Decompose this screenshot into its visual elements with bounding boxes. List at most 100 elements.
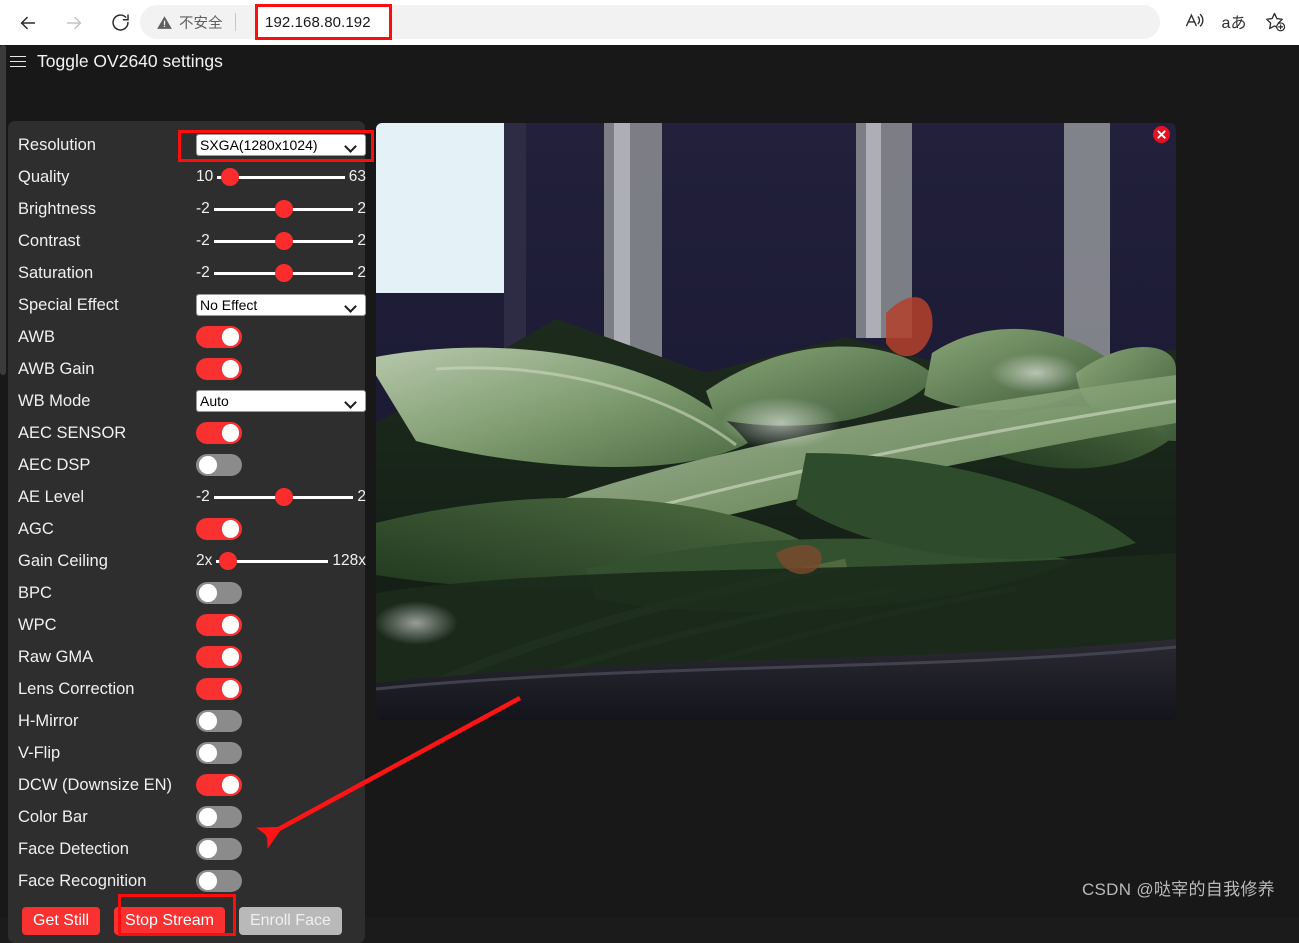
slider-track[interactable] bbox=[216, 552, 329, 570]
setting-control bbox=[196, 742, 365, 764]
setting-label: AWB bbox=[18, 327, 55, 346]
setting-control: 10 63 bbox=[196, 168, 366, 186]
setting-control bbox=[196, 838, 365, 860]
setting-row: Raw GMA bbox=[8, 641, 365, 673]
csdn-watermark: CSDN @哒宰的自我修养 bbox=[1081, 880, 1275, 899]
setting-slider[interactable]: -2 2 bbox=[196, 488, 366, 506]
camera-stream[interactable] bbox=[376, 123, 1176, 720]
slider-track[interactable] bbox=[213, 488, 354, 506]
setting-toggle[interactable] bbox=[196, 454, 242, 476]
stream-image bbox=[376, 123, 1176, 720]
setting-slider[interactable]: -2 2 bbox=[196, 232, 366, 250]
setting-slider[interactable]: -2 2 bbox=[196, 200, 366, 218]
close-stream-button[interactable] bbox=[1153, 126, 1170, 143]
toggle-settings-header[interactable]: Toggle OV2640 settings bbox=[10, 51, 223, 72]
slider-track[interactable] bbox=[213, 264, 354, 282]
stop-stream-button[interactable]: Stop Stream bbox=[114, 907, 225, 935]
setting-toggle[interactable] bbox=[196, 774, 242, 796]
setting-toggle[interactable] bbox=[196, 742, 242, 764]
forward-button[interactable] bbox=[56, 5, 92, 41]
setting-control bbox=[196, 774, 365, 796]
setting-row: DCW (Downsize EN) bbox=[8, 769, 365, 801]
setting-slider[interactable]: 2x 128x bbox=[196, 552, 366, 570]
setting-label: H-Mirror bbox=[18, 711, 79, 730]
slider-max-label: 2 bbox=[357, 488, 366, 505]
setting-label: AGC bbox=[18, 519, 54, 538]
slider-thumb[interactable] bbox=[274, 488, 293, 506]
setting-label: Face Recognition bbox=[18, 871, 147, 890]
slider-thumb[interactable] bbox=[274, 232, 293, 250]
setting-label: V-Flip bbox=[18, 743, 61, 762]
site-security-chip[interactable]: 不安全 bbox=[156, 12, 223, 33]
enroll-face-button[interactable]: Enroll Face bbox=[238, 907, 342, 935]
setting-row: Color Bar bbox=[8, 801, 365, 833]
setting-label: AEC SENSOR bbox=[18, 423, 127, 442]
setting-label: Contrast bbox=[18, 231, 81, 250]
setting-toggle[interactable] bbox=[196, 710, 242, 732]
url-highlight-box[interactable]: 192.168.80.192 bbox=[255, 4, 392, 40]
page-scrollbar[interactable] bbox=[0, 45, 6, 918]
setting-toggle[interactable] bbox=[196, 646, 242, 668]
select-wrapper: Auto bbox=[196, 390, 366, 412]
toggle-settings-label: Toggle OV2640 settings bbox=[37, 51, 223, 71]
setting-select[interactable]: No Effect bbox=[196, 294, 366, 316]
setting-label: Face Detection bbox=[18, 839, 129, 858]
toggle-knob bbox=[221, 648, 239, 666]
slider-thumb[interactable] bbox=[274, 264, 293, 282]
setting-select[interactable]: Auto bbox=[196, 390, 366, 412]
web-page: Toggle OV2640 settings Resolution SXGA(12… bbox=[0, 45, 1299, 943]
slider-track[interactable] bbox=[217, 168, 345, 186]
browser-toolbar: 不安全 192.168.80.192 aあ bbox=[0, 0, 1299, 45]
setting-toggle[interactable] bbox=[196, 870, 242, 892]
setting-slider[interactable]: -2 2 bbox=[196, 264, 366, 282]
read-aloud-icon[interactable] bbox=[1177, 4, 1211, 38]
address-bar[interactable]: 不安全 192.168.80.192 bbox=[140, 4, 1160, 40]
back-button[interactable] bbox=[10, 5, 46, 41]
reload-button[interactable] bbox=[102, 5, 138, 41]
setting-toggle[interactable] bbox=[196, 582, 242, 604]
setting-label: AEC DSP bbox=[18, 455, 91, 474]
setting-control bbox=[196, 422, 365, 444]
setting-label: WB Mode bbox=[18, 391, 91, 410]
setting-row: H-Mirror bbox=[8, 705, 365, 737]
setting-row: V-Flip bbox=[8, 737, 365, 769]
toggle-knob bbox=[221, 680, 239, 698]
get-still-button[interactable]: Get Still bbox=[22, 907, 101, 935]
toggle-knob bbox=[221, 360, 239, 378]
setting-toggle[interactable] bbox=[196, 422, 242, 444]
setting-row: AEC DSP bbox=[8, 449, 365, 481]
setting-toggle[interactable] bbox=[196, 806, 242, 828]
setting-control bbox=[196, 646, 365, 668]
slider-min-label: -2 bbox=[196, 232, 210, 249]
setting-control: No Effect bbox=[196, 294, 366, 316]
add-favorite-icon[interactable] bbox=[1257, 4, 1291, 38]
slider-thumb[interactable] bbox=[221, 168, 239, 186]
hamburger-icon[interactable] bbox=[10, 55, 26, 68]
toggle-knob bbox=[199, 808, 217, 826]
action-button-row: Get Still Stop Stream Enroll Face bbox=[8, 907, 365, 935]
setting-toggle[interactable] bbox=[196, 614, 242, 636]
setting-row: Quality 10 63 bbox=[8, 161, 366, 193]
setting-toggle[interactable] bbox=[196, 326, 242, 348]
slider-thumb[interactable] bbox=[218, 552, 237, 570]
toggle-knob bbox=[199, 744, 217, 762]
setting-toggle[interactable] bbox=[196, 518, 242, 540]
page-scrollbar-thumb[interactable] bbox=[0, 45, 6, 375]
setting-select[interactable]: SXGA(1280x1024) bbox=[196, 134, 366, 156]
setting-control: 2x 128x bbox=[196, 552, 366, 570]
select-wrapper: No Effect bbox=[196, 294, 366, 316]
toggle-knob bbox=[199, 584, 217, 602]
slider-track[interactable] bbox=[213, 200, 354, 218]
setting-control: -2 2 bbox=[196, 264, 366, 282]
setting-toggle[interactable] bbox=[196, 838, 242, 860]
slider-max-label: 2 bbox=[357, 232, 366, 249]
slider-thumb[interactable] bbox=[274, 200, 293, 218]
slider-track[interactable] bbox=[213, 232, 354, 250]
setting-toggle[interactable] bbox=[196, 358, 242, 380]
translate-icon[interactable]: aあ bbox=[1217, 4, 1251, 38]
setting-slider[interactable]: 10 63 bbox=[196, 168, 366, 186]
setting-toggle[interactable] bbox=[196, 678, 242, 700]
slider-min-label: -2 bbox=[196, 488, 210, 505]
toggle-knob bbox=[221, 616, 239, 634]
setting-label: DCW (Downsize EN) bbox=[18, 775, 173, 794]
